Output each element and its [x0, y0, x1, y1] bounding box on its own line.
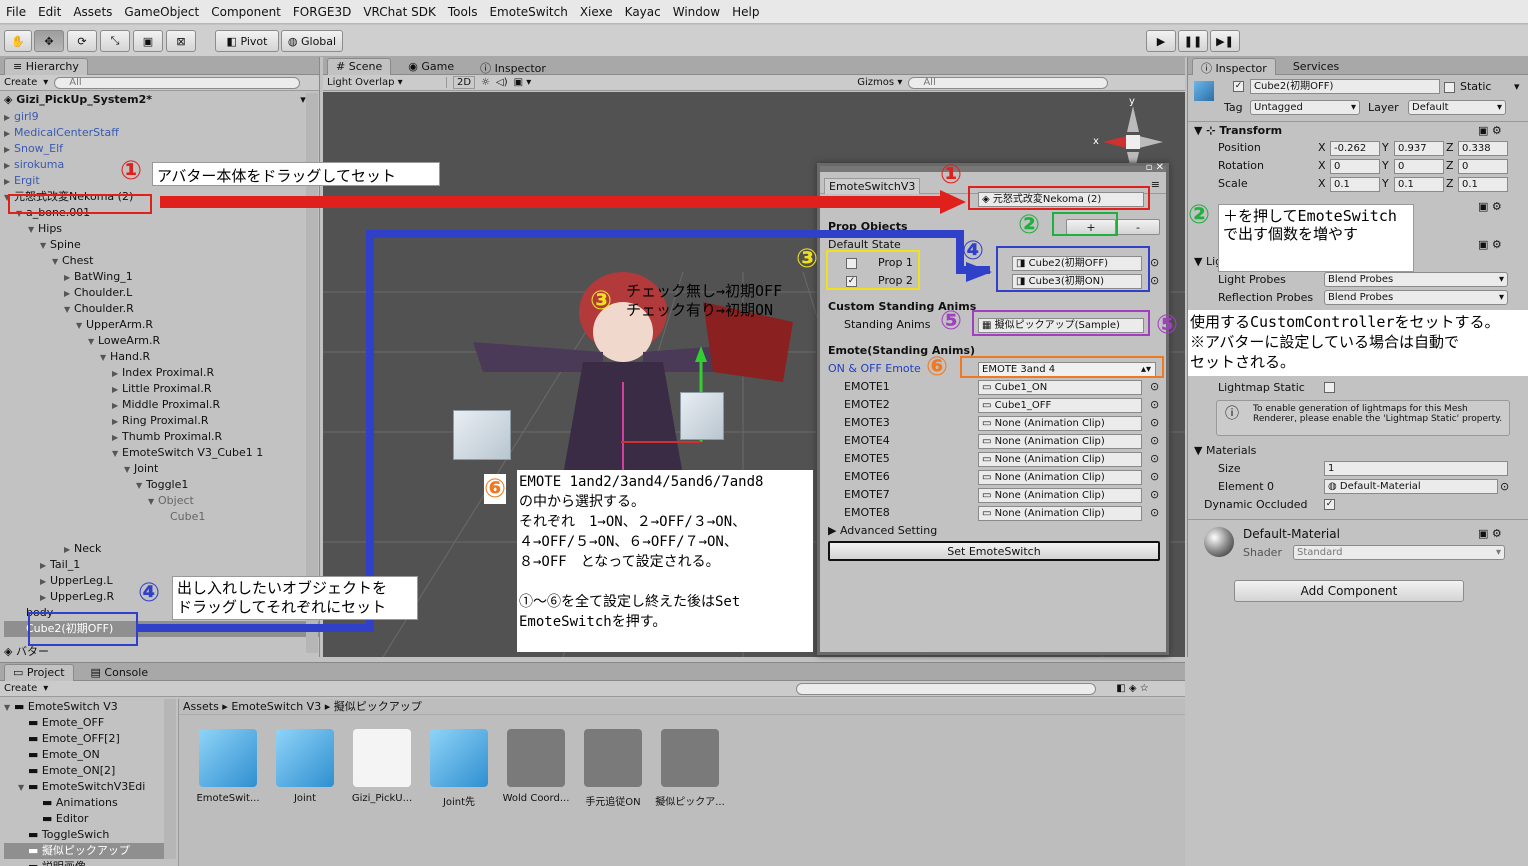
- callout-5-text: 使用するCustomControllerをセットする。 ※アバターに設定している…: [1188, 310, 1528, 376]
- callout-4-text: 出し入れしたいオブジェクトを ドラッグしてそれぞれにセット: [172, 576, 418, 620]
- callout-1b-number: ①: [940, 160, 963, 190]
- callout-5-number: ⑤: [1156, 310, 1179, 340]
- callout-2-number-inline: ②: [1018, 210, 1041, 240]
- callout-3-number-inline: ③: [796, 244, 819, 274]
- callout-4-number: ④: [138, 578, 161, 608]
- callout-1-number: ①: [120, 156, 143, 186]
- callout-6-number-inline: ⑥: [926, 352, 949, 382]
- callout-4-number-inline: ④: [962, 236, 985, 266]
- annotation-box-cubes: [28, 612, 138, 646]
- callout-3-number: ③: [590, 286, 613, 316]
- callout-6-text: EMOTE 1and2/3and4/5and6/7and8 の中から選択する。 …: [517, 470, 813, 652]
- annotation-box-standing: [972, 310, 1150, 336]
- callout-2-number: ②: [1188, 200, 1211, 230]
- callout-3-text: チェック無し→初期OFF チェック有り→初期ON: [626, 282, 783, 319]
- callout-5-number-inline: ⑤: [940, 306, 963, 336]
- annotation-box-default-state: [826, 250, 920, 290]
- annotation-box-onoff: [960, 356, 1164, 378]
- callout-1-text: アバター本体をドラッグしてセット: [152, 162, 440, 186]
- annotation-box-avatar: [8, 194, 152, 214]
- annotation-box-avatar-field: [968, 186, 1150, 210]
- callout-6-number: ⑥: [484, 474, 507, 504]
- callout-2-text: ＋を押してEmoteSwitch で出す個数を増やす: [1218, 204, 1414, 272]
- annotation-box-plus: [1052, 212, 1118, 236]
- annotation-arrows: [137, 190, 992, 632]
- annotation-box-props: [996, 246, 1150, 292]
